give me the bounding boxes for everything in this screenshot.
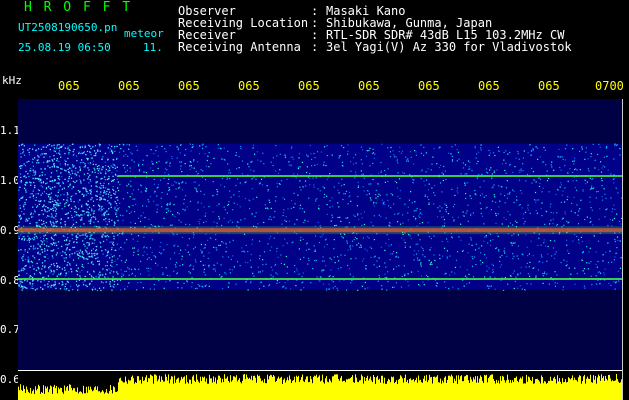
x-tick-label: 065 (478, 79, 500, 93)
y-tick-label: 0.7 (0, 323, 20, 336)
y-tick-label: 1.0 (0, 174, 20, 187)
axis-unit-label: kHz (2, 74, 22, 87)
info-colon: : (311, 40, 319, 54)
y-tick-label: 1.1 (0, 124, 20, 137)
file-name: UT2508190650.pn (18, 21, 118, 34)
app-title: H R O F F T (24, 0, 133, 15)
hrofft-window: H R O F F T UT2508190650.pn meteor 25.08… (0, 0, 629, 400)
y-tick-label: 0.8 (0, 274, 20, 287)
right-margin (623, 0, 629, 400)
x-tick-label: 0700 (595, 79, 624, 93)
x-tick-label: 065 (298, 79, 320, 93)
x-tick-label: 065 (358, 79, 380, 93)
file-suffix: meteor (124, 27, 164, 40)
date-time: 25.08.19 06:50 (18, 41, 111, 54)
x-tick-label: 065 (178, 79, 200, 93)
info-value: 3el Yagi(V) Az 330 for Vladivostok (326, 40, 572, 54)
x-tick-label: 065 (58, 79, 80, 93)
x-tick-label: 065 (118, 79, 140, 93)
info-label: Receiving Antenna (178, 40, 301, 54)
x-tick-label: 065 (238, 79, 260, 93)
y-tick-label: 0.6 (0, 373, 20, 386)
plot-frame (18, 99, 623, 400)
count-value: 11. (143, 41, 163, 54)
x-tick-label: 065 (538, 79, 560, 93)
x-tick-label: 065 (418, 79, 440, 93)
y-tick-label: 0.9 (0, 224, 20, 237)
